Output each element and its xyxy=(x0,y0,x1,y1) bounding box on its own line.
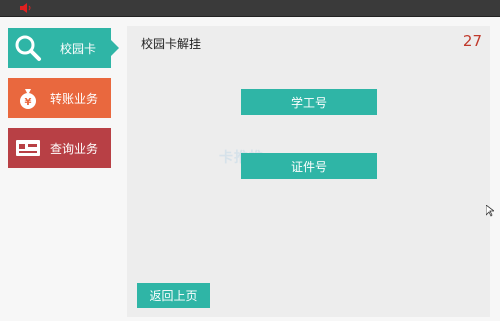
search-icon xyxy=(8,28,48,68)
id-number-button[interactable]: 证件号 xyxy=(241,153,377,179)
page-title: 校园卡解挂 xyxy=(141,37,202,51)
sidebar-item-label: 校园卡 xyxy=(60,41,97,56)
speaker-icon[interactable] xyxy=(20,3,32,13)
sidebar-item-query[interactable]: 查询业务 xyxy=(8,128,111,168)
back-button[interactable]: 返回上页 xyxy=(137,283,210,308)
sidebar-item-label: 转账业务 xyxy=(50,91,99,106)
sidebar-item-label: 查询业务 xyxy=(50,141,99,156)
sidebar-item-transfer[interactable]: ¥ 转账业务 xyxy=(8,78,111,118)
money-bag-icon: ¥ xyxy=(8,78,48,118)
top-bar xyxy=(0,0,500,17)
main-panel: 校园卡解挂 27 学工号 卡推推 证件号 返回上页 xyxy=(127,26,490,317)
card-icon xyxy=(8,128,48,168)
svg-text:¥: ¥ xyxy=(25,97,32,108)
mouse-cursor-icon xyxy=(486,205,494,217)
student-number-button[interactable]: 学工号 xyxy=(241,89,377,115)
countdown-timer: 27 xyxy=(462,32,482,50)
sidebar-item-campus-card[interactable]: 校园卡 xyxy=(8,28,119,68)
